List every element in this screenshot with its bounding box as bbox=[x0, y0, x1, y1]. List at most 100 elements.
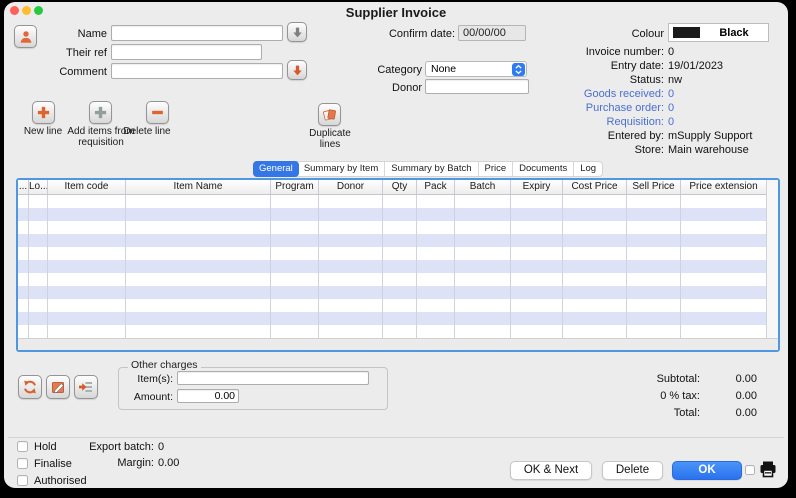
colour-label: Colour bbox=[604, 28, 664, 40]
status-label: Status: bbox=[534, 74, 664, 86]
table-row[interactable] bbox=[18, 208, 766, 221]
recalculate-button[interactable] bbox=[18, 375, 42, 399]
comment-input[interactable] bbox=[111, 63, 283, 79]
confirm-date-field: 00/00/00 bbox=[458, 25, 526, 41]
table-row[interactable] bbox=[18, 221, 766, 234]
table-row[interactable] bbox=[18, 273, 766, 286]
footer-divider bbox=[8, 437, 784, 438]
purchase-order-value[interactable]: 0 bbox=[668, 102, 674, 114]
tab-documents[interactable]: Documents bbox=[512, 162, 573, 176]
hold-label: Hold bbox=[34, 441, 57, 453]
column-separator bbox=[626, 195, 627, 338]
total-label: Total: bbox=[600, 407, 700, 419]
comment-expand-button[interactable] bbox=[287, 60, 307, 80]
tab-log[interactable]: Log bbox=[573, 162, 602, 176]
goods-received-value[interactable]: 0 bbox=[668, 88, 674, 100]
print-checkbox[interactable] bbox=[745, 465, 755, 475]
authorised-checkbox[interactable] bbox=[17, 475, 28, 486]
ok-button[interactable]: OK bbox=[672, 461, 742, 480]
tax-value: 0.00 bbox=[697, 390, 757, 402]
column-separator bbox=[318, 195, 319, 338]
requisition-value[interactable]: 0 bbox=[668, 116, 674, 128]
hold-checkbox[interactable] bbox=[17, 441, 28, 452]
entered-by-label: Entered by: bbox=[534, 130, 664, 142]
margin-label: Margin: bbox=[64, 457, 154, 469]
requisition-link[interactable]: Requisition: bbox=[534, 116, 664, 128]
column-header[interactable]: Pack bbox=[417, 180, 455, 194]
store-value: Main warehouse bbox=[668, 144, 749, 156]
column-header[interactable]: Cost Price bbox=[563, 180, 627, 194]
tab-summary-by-batch[interactable]: Summary by Batch bbox=[384, 162, 477, 176]
table-row[interactable] bbox=[18, 325, 766, 338]
column-header[interactable]: Qty bbox=[383, 180, 417, 194]
tab-general[interactable]: General bbox=[253, 161, 299, 177]
minus-icon bbox=[150, 105, 165, 120]
column-header[interactable]: Item Name bbox=[126, 180, 271, 194]
donor-input[interactable] bbox=[425, 79, 529, 94]
authorised-label: Authorised bbox=[34, 475, 87, 487]
print-button[interactable] bbox=[758, 459, 778, 479]
column-header[interactable]: Program bbox=[271, 180, 319, 194]
plus-icon bbox=[93, 105, 108, 120]
colour-swatch bbox=[673, 27, 700, 38]
table-row[interactable] bbox=[18, 286, 766, 299]
column-header[interactable]: Item code bbox=[48, 180, 126, 194]
colour-value: Black bbox=[700, 27, 768, 39]
colour-picker[interactable]: Black bbox=[668, 23, 769, 42]
column-header[interactable]: Sell Price bbox=[627, 180, 681, 194]
other-charges-title: Other charges bbox=[128, 359, 201, 371]
arrow-into-list-icon bbox=[78, 379, 94, 395]
table-row[interactable] bbox=[18, 195, 766, 208]
invoice-lines-table: ...Lo...Item codeItem NameProgramDonorQt… bbox=[16, 178, 780, 352]
vertical-scrollbar[interactable] bbox=[766, 180, 778, 338]
add-items-from-requisition-button[interactable] bbox=[89, 101, 112, 124]
category-select[interactable]: None bbox=[425, 61, 527, 77]
goods-received-link[interactable]: Goods received: bbox=[534, 88, 664, 100]
column-header[interactable]: Donor bbox=[319, 180, 383, 194]
store-label: Store: bbox=[534, 144, 664, 156]
their-ref-label: Their ref bbox=[14, 47, 107, 59]
supplier-invoice-window: Supplier Invoice Name Their ref Comment … bbox=[4, 2, 788, 488]
column-separator bbox=[454, 195, 455, 338]
edit-line-button[interactable] bbox=[46, 375, 70, 399]
name-lookup-button[interactable] bbox=[287, 22, 307, 42]
table-row[interactable] bbox=[18, 312, 766, 325]
table-row[interactable] bbox=[18, 247, 766, 260]
other-charges-amount-label: Amount: bbox=[103, 391, 173, 403]
horizontal-scrollbar[interactable] bbox=[18, 338, 778, 350]
table-row[interactable] bbox=[18, 299, 766, 312]
column-separator bbox=[270, 195, 271, 338]
tab-summary-by-item[interactable]: Summary by Item bbox=[298, 162, 384, 176]
column-separator bbox=[562, 195, 563, 338]
margin-value: 0.00 bbox=[158, 457, 179, 469]
purchase-order-link[interactable]: Purchase order: bbox=[534, 102, 664, 114]
arrow-down-icon bbox=[291, 26, 304, 39]
column-header[interactable]: Expiry bbox=[511, 180, 563, 194]
table-body[interactable] bbox=[18, 195, 766, 338]
duplicate-lines-button[interactable] bbox=[318, 103, 341, 126]
table-row[interactable] bbox=[18, 234, 766, 247]
import-lines-button[interactable] bbox=[74, 375, 98, 399]
pencil-edit-icon bbox=[50, 379, 66, 395]
other-charges-amount-input[interactable] bbox=[177, 389, 239, 403]
column-header[interactable]: Lo... bbox=[29, 180, 48, 194]
delete-button[interactable]: Delete bbox=[602, 461, 663, 480]
column-header[interactable]: ... bbox=[18, 180, 29, 194]
tab-price[interactable]: Price bbox=[478, 162, 513, 176]
delete-line-button[interactable] bbox=[146, 101, 169, 124]
export-batch-value: 0 bbox=[158, 441, 164, 453]
their-ref-input[interactable] bbox=[111, 44, 262, 60]
duplicate-lines-caption: Duplicate lines bbox=[301, 128, 359, 150]
other-charges-items-input[interactable] bbox=[177, 371, 369, 385]
column-header[interactable]: Batch bbox=[455, 180, 511, 194]
new-line-button[interactable] bbox=[32, 101, 55, 124]
entry-date-value: 19/01/2023 bbox=[668, 60, 723, 72]
other-charges-items-label: Item(s): bbox=[103, 373, 173, 385]
finalise-checkbox[interactable] bbox=[17, 458, 28, 469]
ok-and-next-button[interactable]: OK & Next bbox=[510, 461, 592, 480]
name-input[interactable] bbox=[111, 25, 283, 41]
table-row[interactable] bbox=[18, 260, 766, 273]
column-header[interactable]: Price extension bbox=[681, 180, 766, 194]
entry-date-label: Entry date: bbox=[534, 60, 664, 72]
category-selected-value: None bbox=[431, 63, 456, 75]
